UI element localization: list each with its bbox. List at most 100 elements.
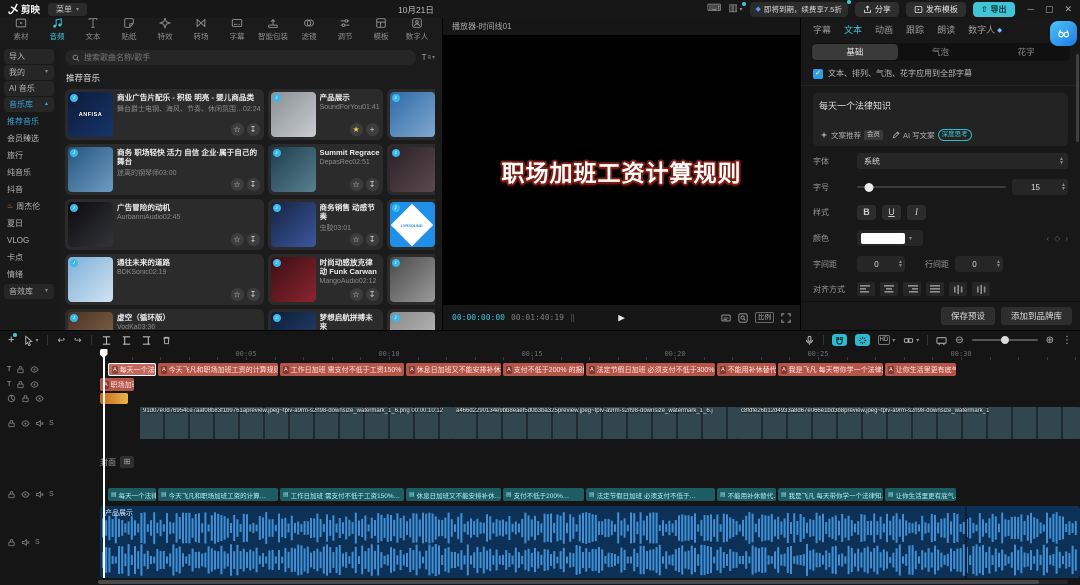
text-clip[interactable]: A支付不低于200% 的报酬: — [503, 363, 584, 376]
narration-clip[interactable]: ▤今天飞凡和职场加班工资的计算… — [158, 488, 278, 501]
music-item[interactable]: LYRSOUND♪企业鼓舞人心的活泼激励伊利亚·图奏03:06☆↧ — [387, 199, 435, 250]
media-tab-调节[interactable]: 调节 — [327, 17, 363, 42]
sidebar-item-纯音乐[interactable]: 纯音乐 — [0, 164, 58, 181]
media-tab-转场[interactable]: 转场 — [183, 17, 219, 42]
solo-badge[interactable]: S — [35, 539, 40, 546]
redo-button[interactable]: ↪ — [74, 335, 82, 346]
preset-next-icon[interactable]: › — [1065, 234, 1068, 243]
subtab-基础[interactable]: 基础 — [812, 44, 898, 60]
crop-left-icon[interactable] — [121, 335, 132, 346]
crop-right-icon[interactable] — [141, 335, 152, 346]
timeline-hscrollbar[interactable] — [98, 580, 1068, 584]
video-clip[interactable]: a466d2290134e9bb8eaef5d0b3ba325preview.j… — [453, 407, 738, 439]
media-tab-素材[interactable]: 素材 — [3, 17, 39, 42]
download-icon[interactable]: ↧ — [247, 233, 260, 246]
text-clip[interactable]: A法定节假日加班 必须支付不低于300% 的报酬 — [586, 363, 715, 376]
more-options-icon[interactable]: ⋮ — [1062, 335, 1072, 346]
download-icon[interactable]: ↧ — [247, 178, 260, 191]
narration-clip[interactable]: ▤让你生活里更有底气… — [885, 488, 956, 501]
close-button[interactable]: ✕ — [1064, 4, 1072, 15]
inspector-tab-跟踪[interactable]: 跟踪 — [906, 23, 924, 36]
eye-icon[interactable] — [35, 394, 44, 403]
media-tab-数字人[interactable]: 数字人 — [399, 17, 435, 42]
media-tab-文本[interactable]: 文本 — [75, 17, 111, 42]
search-input[interactable] — [84, 53, 409, 62]
music-item[interactable]: ♪企业形象新品发布 Ambient Suspense …Ambient Happ… — [387, 144, 435, 195]
sidebar-item-导入[interactable]: 导入 — [4, 49, 54, 64]
music-item[interactable]: ♪商务 职场轻快 活力 自信 企业·属于自己的舞台迷离的钢琴师03:00☆↧ — [65, 144, 264, 195]
align-distribute-icon[interactable] — [972, 282, 990, 296]
zoom-in-icon[interactable]: ⊕ — [1046, 335, 1054, 346]
narration-clip[interactable]: ▤我是飞凡 每天带你学一个法律知… — [778, 488, 883, 501]
download-icon[interactable]: ↧ — [247, 123, 260, 136]
eye-icon[interactable] — [21, 419, 30, 428]
mute-icon[interactable] — [35, 490, 44, 499]
search-box[interactable] — [65, 50, 416, 65]
apply-all-checkbox[interactable]: ✓ — [813, 69, 823, 79]
inspector-scrollbar[interactable] — [1076, 54, 1079, 142]
preview-axis-icon[interactable] — [936, 335, 947, 346]
media-tab-字幕[interactable]: 字幕 — [219, 17, 255, 42]
sidebar-item-情绪[interactable]: 情绪 — [0, 266, 58, 283]
ai-write-button[interactable]: AI 写文案 深度思考 — [892, 129, 972, 141]
font-size-input[interactable]: 15▲▼ — [1012, 179, 1068, 195]
align-right-icon[interactable] — [903, 282, 921, 296]
fullscreen-icon[interactable] — [781, 313, 791, 323]
eye-icon[interactable] — [30, 380, 39, 389]
media-tab-智能包装[interactable]: 智能包装 — [255, 17, 291, 42]
narration-clip[interactable]: ▤休息日加班又不能安排补休… — [406, 488, 501, 501]
music-item[interactable]: ♪产品展示SoundForYou01:41★+ — [268, 89, 383, 140]
preset-prev-icon[interactable]: ‹ — [1047, 234, 1050, 243]
music-item[interactable]: ♪时尚动感放克律动 Funk Carwan MainMangoAudio02:1… — [268, 254, 383, 305]
auto-snap-toggle[interactable] — [855, 334, 870, 346]
main-track-magnet-toggle[interactable] — [832, 334, 847, 346]
quality-icon[interactable] — [721, 313, 731, 323]
select-tool-button[interactable]: ▾ — [23, 335, 38, 346]
letter-spacing-input[interactable]: 0▲▼ — [857, 256, 905, 272]
text-content-input[interactable]: 每天一个法律知识 文案推荐 会员 AI 写文案 深度思考 — [813, 93, 1068, 146]
ai-assistant-button[interactable] — [1050, 21, 1077, 46]
sidebar-item-推荐音乐[interactable]: 推荐音乐 — [0, 113, 58, 130]
lock-icon[interactable] — [7, 419, 16, 428]
delete-icon[interactable] — [161, 335, 172, 346]
media-tab-特效[interactable]: 特效 — [147, 17, 183, 42]
font-select[interactable]: 系统▲▼ — [857, 153, 1068, 169]
download-icon[interactable]: ↧ — [247, 288, 260, 301]
inspector-tab-数字人[interactable]: 数字人◆ — [968, 23, 1002, 36]
favorite-star-icon[interactable]: ☆ — [350, 178, 363, 191]
inspector-tab-文本[interactable]: 文本 — [844, 23, 862, 36]
publish-template-button[interactable]: 发布模板 — [906, 2, 966, 17]
music-item[interactable]: ♪Summit RegraceDepasRec02:51☆↧ — [268, 144, 383, 195]
video-clip[interactable]: c8fdfe26b12d4933a8d67e066e1bd3b8preview.… — [738, 407, 1080, 439]
audio-clip[interactable]: 产品展示 — [100, 506, 1080, 578]
play-button[interactable]: ▶ — [618, 311, 625, 324]
video-clip[interactable]: 91d07e0d76954ce7aaf08b83f1b9761apreview.… — [140, 407, 453, 439]
sidebar-item-旅行[interactable]: 旅行 — [0, 147, 58, 164]
favorite-star-icon[interactable]: ☆ — [231, 233, 244, 246]
favorite-star-icon[interactable]: ☆ — [350, 288, 363, 301]
text-clip[interactable]: A我是飞凡 每天带你学一个法律知识 — [778, 363, 883, 376]
sidebar-item-AI 音乐[interactable]: AI 音乐 — [4, 81, 54, 96]
export-button[interactable]: ⇧导出 — [973, 2, 1015, 17]
mute-icon[interactable] — [35, 419, 44, 428]
narration-clip[interactable]: ▤法定节假日加班 必须支付不低于… — [586, 488, 715, 501]
eye-icon[interactable] — [30, 365, 39, 374]
share-button[interactable]: 分享 — [855, 2, 899, 17]
cover-setting[interactable]: 封面 ⊞ — [100, 456, 134, 468]
playhead[interactable] — [103, 349, 105, 578]
split-icon[interactable] — [101, 335, 112, 346]
underline-button[interactable]: U — [882, 205, 901, 220]
sidebar-item-音乐库[interactable]: 音乐库▴ — [4, 97, 54, 112]
inspector-tab-朗读[interactable]: 朗读 — [937, 23, 955, 36]
subtab-气泡[interactable]: 气泡 — [898, 44, 984, 60]
mute-icon[interactable] — [21, 538, 30, 547]
music-item[interactable]: ♪梦想启航拼搏未来LemonTech02:01☆↧ — [268, 309, 383, 330]
favorite-star-icon[interactable]: ★ — [350, 123, 363, 136]
text-clip[interactable]: A职场加班工… — [100, 378, 134, 391]
favorite-star-icon[interactable]: ☆ — [350, 233, 363, 246]
sidebar-item-VLOG[interactable]: VLOG — [0, 232, 58, 249]
solo-badge[interactable]: S — [49, 420, 54, 427]
minimize-button[interactable]: ─ — [1028, 4, 1034, 15]
line-spacing-input[interactable]: 0▲▼ — [955, 256, 1003, 272]
italic-button[interactable]: I — [907, 205, 926, 220]
